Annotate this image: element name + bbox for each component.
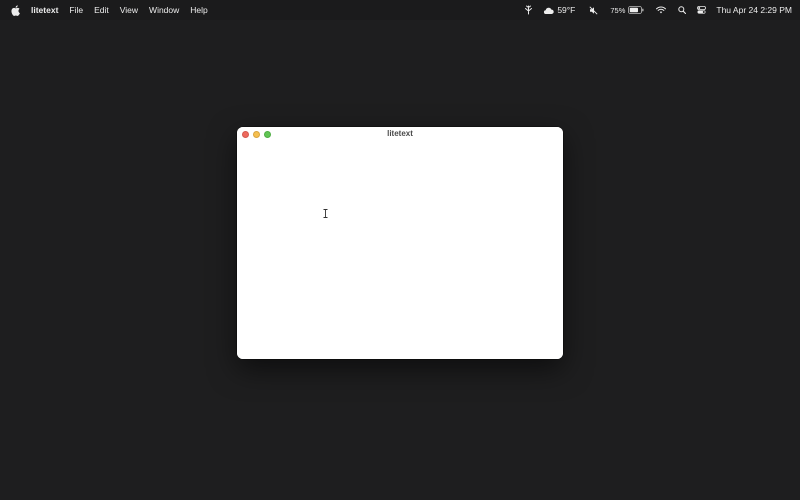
mute-icon[interactable]: [589, 5, 598, 15]
wifi-icon[interactable]: [656, 6, 667, 14]
text-editor-area[interactable]: [237, 143, 563, 359]
menu-edit[interactable]: Edit: [94, 5, 109, 15]
menu-bar: litetext File Edit View Window Help 59°F: [0, 0, 800, 20]
menu-view[interactable]: View: [120, 5, 138, 15]
window-titlebar[interactable]: litetext: [237, 127, 563, 143]
battery-icon: [628, 6, 644, 14]
menu-app-name[interactable]: litetext: [31, 5, 58, 15]
menu-help[interactable]: Help: [190, 5, 207, 15]
search-icon[interactable]: [678, 6, 687, 14]
cloud-icon: [543, 7, 555, 14]
menu-bar-status: 59°F 75% Thu Apr 24 2:29 PM: [514, 0, 792, 20]
menu-file[interactable]: File: [69, 5, 83, 15]
weather-status[interactable]: 59°F: [543, 5, 575, 15]
dictation-icon[interactable]: [524, 5, 533, 15]
control-center-icon[interactable]: [697, 6, 707, 14]
menu-bar-left: litetext File Edit View Window Help: [10, 0, 514, 20]
apple-icon[interactable]: [10, 4, 20, 16]
weather-temp: 59°F: [557, 5, 576, 15]
litetext-window: litetext: [237, 127, 563, 359]
ibeam-cursor-icon: [323, 209, 328, 218]
menu-window[interactable]: Window: [149, 5, 179, 15]
window-title: litetext: [387, 129, 413, 138]
menu-clock[interactable]: Thu Apr 24 2:29 PM: [716, 5, 792, 15]
battery-status[interactable]: 75%: [610, 6, 644, 15]
battery-percent: 75%: [610, 5, 626, 15]
